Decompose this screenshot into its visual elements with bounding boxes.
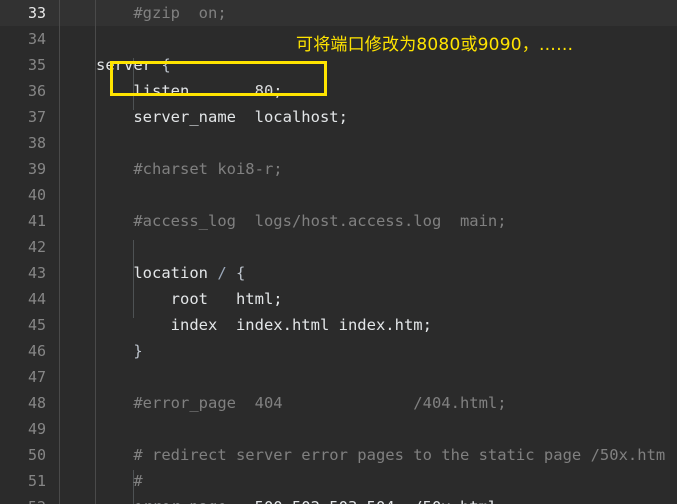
line-number: 37 (27, 108, 46, 126)
code-token: error_page 500 502 503 504 /50x.html; (96, 498, 506, 504)
code-token: } (96, 342, 143, 360)
line-number: 41 (27, 212, 46, 230)
gutter-divider-right (95, 0, 96, 504)
code-line-43[interactable]: 43 location / { (0, 260, 677, 286)
line-number: 48 (27, 394, 46, 412)
gutter-divider-left (59, 0, 60, 504)
line-number: 40 (27, 186, 46, 204)
line-content: index index.html index.htm; (96, 312, 432, 338)
line-number: 49 (27, 420, 46, 438)
line-content: listen 80; (96, 78, 283, 104)
line-content: error_page 500 502 503 504 /50x.html; (96, 494, 506, 504)
line-number: 43 (27, 264, 46, 282)
code-token: # redirect server error pages to the sta… (96, 446, 666, 464)
line-number: 33 (27, 4, 46, 22)
code-line-49[interactable]: 49 (0, 416, 677, 442)
code-token: server (96, 56, 162, 74)
line-content: server_name localhost; (96, 104, 348, 130)
code-token: listen (96, 82, 255, 100)
code-line-39[interactable]: 39 #charset koi8-r; (0, 156, 677, 182)
line-content: root html; (96, 286, 283, 312)
code-token: index index.html index.htm; (96, 316, 432, 334)
annotation-text: 可将端口修改为8080或9090，…… (296, 35, 574, 55)
line-number: 34 (27, 30, 46, 48)
code-token: location (96, 264, 218, 282)
line-content: server { (96, 52, 171, 78)
line-number: 50 (27, 446, 46, 464)
line-content: location / { (96, 260, 245, 286)
code-line-45[interactable]: 45 index index.html index.htm; (0, 312, 677, 338)
line-number: 47 (27, 368, 46, 386)
code-token: #error_page 404 /404.html; (96, 394, 507, 412)
line-number: 45 (27, 316, 46, 334)
line-number: 42 (27, 238, 46, 256)
line-number: 35 (27, 56, 46, 74)
code-token: root html; (96, 290, 283, 308)
line-number: 46 (27, 342, 46, 360)
code-line-37[interactable]: 37 server_name localhost; (0, 104, 677, 130)
code-line-52[interactable]: 52 error_page 500 502 503 504 /50x.html; (0, 494, 677, 504)
code-line-47[interactable]: 47 (0, 364, 677, 390)
line-content: # (96, 468, 143, 494)
code-line-42[interactable]: 42 (0, 234, 677, 260)
code-token: #charset koi8-r; (96, 160, 283, 178)
line-content: #charset koi8-r; (96, 156, 283, 182)
line-number: 39 (27, 160, 46, 178)
line-content: #error_page 404 /404.html; (96, 390, 507, 416)
line-number: 52 (0, 494, 46, 504)
code-token: 80; (254, 82, 283, 100)
line-number: 51 (27, 472, 46, 490)
code-line-46[interactable]: 46 } (0, 338, 677, 364)
code-line-40[interactable]: 40 (0, 182, 677, 208)
line-content: #access_log logs/host.access.log main; (96, 208, 507, 234)
line-content: #gzip on; (96, 0, 227, 26)
code-line-35[interactable]: 35 server { (0, 52, 677, 78)
code-token: { (236, 264, 246, 282)
code-line-50[interactable]: 50 # redirect server error pages to the … (0, 442, 677, 468)
code-token: { (161, 56, 171, 74)
code-token: # (96, 472, 143, 490)
line-number: 36 (27, 82, 46, 100)
code-line-36[interactable]: 36 listen 80; (0, 78, 677, 104)
line-number: 44 (27, 290, 46, 308)
code-line-51[interactable]: 51 # (0, 468, 677, 494)
code-token: #access_log logs/host.access.log main; (96, 212, 507, 230)
code-lines: 33 #gzip on; 34 35 server {36 listen 80; 37 … (0, 0, 677, 504)
code-line-44[interactable]: 44 root html; (0, 286, 677, 312)
code-line-48[interactable]: 48 #error_page 404 /404.html; (0, 390, 677, 416)
line-content: # redirect server error pages to the sta… (96, 442, 665, 468)
code-token: / (217, 264, 236, 282)
code-editor[interactable]: 33 #gzip on; 34 35 server {36 listen 80; 37 … (0, 0, 677, 504)
code-line-33[interactable]: 33 #gzip on; (0, 0, 677, 26)
code-line-41[interactable]: 41 #access_log logs/host.access.log main… (0, 208, 677, 234)
code-token: #gzip on; (96, 4, 227, 22)
line-content: } (96, 338, 143, 364)
code-line-38[interactable]: 38 (0, 130, 677, 156)
code-token: server_name localhost; (96, 108, 348, 126)
line-number: 38 (27, 134, 46, 152)
